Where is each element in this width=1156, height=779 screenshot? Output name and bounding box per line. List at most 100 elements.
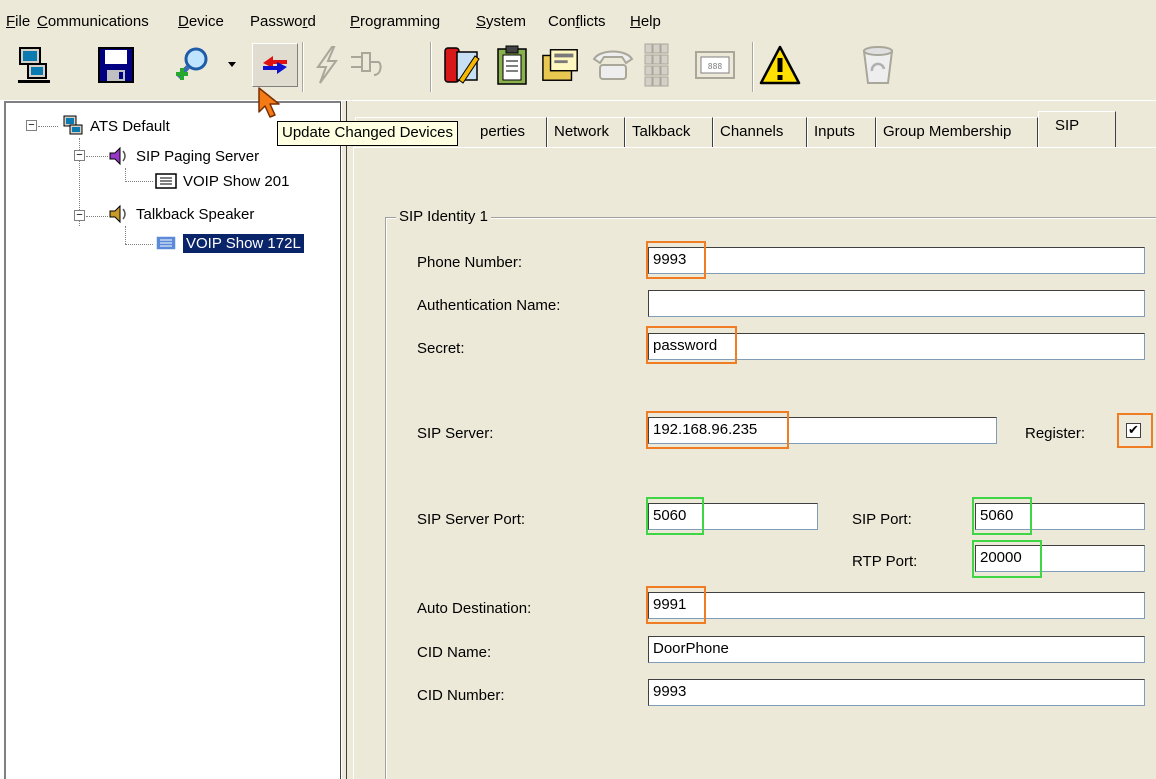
tab-label: perties xyxy=(480,123,526,140)
network-computer-icon xyxy=(18,47,50,83)
tree-item-talkback-speaker[interactable]: Talkback Speaker xyxy=(108,203,254,225)
tree-item-label: SIP Paging Server xyxy=(136,147,260,165)
tree-item-label: Talkback Speaker xyxy=(136,205,255,223)
tab-label: SIP xyxy=(1055,117,1080,134)
lightning-button[interactable] xyxy=(307,43,347,87)
device-panel-icon xyxy=(155,235,177,251)
recycle-bin-icon xyxy=(862,46,894,84)
network-computer-button[interactable] xyxy=(14,43,54,87)
menu-system[interactable]: System xyxy=(476,13,526,30)
menu-programming[interactable]: Programming xyxy=(350,13,440,30)
folder-cards-button[interactable] xyxy=(541,43,581,87)
tab-inputs[interactable]: Inputs xyxy=(807,117,876,147)
speaker-icon xyxy=(109,146,126,166)
menu-file[interactable]: File xyxy=(6,13,30,30)
auto-destination-label: Auto Destination: xyxy=(417,600,532,617)
sip-server-port-label: SIP Server Port: xyxy=(417,511,526,528)
lightning-icon xyxy=(316,46,338,84)
update-devices-icon xyxy=(263,56,287,74)
tab-network[interactable]: Network xyxy=(547,117,625,147)
sip-server-port-field[interactable]: 5060 xyxy=(648,503,818,530)
network-computer-icon xyxy=(63,115,83,135)
auth-name-field[interactable] xyxy=(648,290,1145,317)
recycle-bin-button[interactable] xyxy=(858,43,898,87)
auto-destination-field[interactable]: 9991 xyxy=(648,592,1145,619)
speaker-icon xyxy=(109,204,126,224)
cid-number-label: CID Number: xyxy=(417,687,505,704)
tab-sip[interactable]: SIP xyxy=(1038,111,1116,147)
tree-item-label-selected: VOIP Show 172L xyxy=(182,232,305,254)
menu-help[interactable]: Help xyxy=(630,13,661,30)
keypad-icon xyxy=(644,43,669,87)
menu-password[interactable]: Password xyxy=(250,13,316,30)
search-add-icon xyxy=(176,47,208,80)
tab-label: Group Membership xyxy=(883,123,1012,140)
tab-label: Talkback xyxy=(632,123,691,140)
phone-number-field[interactable]: 9993 xyxy=(648,247,1145,274)
display-panel-icon: 888 xyxy=(695,51,735,79)
telephone-icon xyxy=(592,50,634,80)
register-checkbox[interactable]: ✔ xyxy=(1126,423,1141,438)
toolbar-separator xyxy=(752,42,754,92)
warning-icon xyxy=(759,45,801,85)
tree-item-voip-show-201[interactable]: VOIP Show 201 xyxy=(155,170,289,192)
sip-server-label: SIP Server: xyxy=(417,425,494,442)
tab-label: Network xyxy=(554,123,610,140)
update-devices-button[interactable] xyxy=(252,43,298,87)
tab-talkback[interactable]: Talkback xyxy=(625,117,713,147)
auth-name-label: Authentication Name: xyxy=(417,297,561,314)
toolbar-separator xyxy=(430,42,432,92)
tab-channels[interactable]: Channels xyxy=(713,117,807,147)
sip-server-field[interactable]: 192.168.96.235 xyxy=(648,417,997,444)
cid-number-field[interactable]: 9993 xyxy=(648,679,1145,706)
dropdown-arrow-icon xyxy=(228,62,236,67)
tree-line xyxy=(86,216,108,217)
tree-item-voip-show-172l[interactable]: VOIP Show 172L xyxy=(155,232,305,254)
tree-collapse-toggle[interactable]: − xyxy=(74,210,85,221)
sip-port-label: SIP Port: xyxy=(852,511,912,528)
tree-line xyxy=(125,168,126,180)
tree-item-label: VOIP Show 201 xyxy=(183,172,290,190)
search-add-button[interactable] xyxy=(172,43,212,87)
tooltip-update-changed-devices: Update Changed Devices xyxy=(277,121,458,146)
rtp-port-label: RTP Port: xyxy=(852,553,918,570)
cid-name-field[interactable]: DoorPhone xyxy=(648,636,1145,663)
warning-button[interactable] xyxy=(757,43,803,87)
tab-label: Channels xyxy=(720,123,784,140)
save-disk-icon xyxy=(98,47,134,83)
tree-collapse-toggle[interactable]: − xyxy=(26,120,37,131)
mouse-cursor-icon xyxy=(258,87,280,118)
sip-port-field[interactable]: 5060 xyxy=(975,503,1145,530)
menu-bar: File Communications Device Password Prog… xyxy=(0,0,1156,38)
plug-button[interactable] xyxy=(348,43,388,87)
tab-strip: perties Network Talkback Channels Inputs… xyxy=(347,109,1156,147)
menu-conflicts[interactable]: Conflicts xyxy=(548,13,606,30)
svg-text:888: 888 xyxy=(708,62,723,71)
secret-field[interactable]: password xyxy=(648,333,1145,360)
tree-root-ats-default[interactable]: ATS Default xyxy=(62,115,170,137)
folder-cards-icon xyxy=(542,49,578,81)
telephone-button[interactable] xyxy=(589,43,637,87)
tree-collapse-toggle[interactable]: − xyxy=(74,150,85,161)
display-panel-button[interactable]: 888 xyxy=(690,43,740,87)
cid-name-label: CID Name: xyxy=(417,644,492,661)
tab-group-membership[interactable]: Group Membership xyxy=(876,117,1038,147)
tree-line xyxy=(125,244,153,245)
toolbar-separator xyxy=(302,42,304,92)
phone-edit-icon xyxy=(444,47,480,84)
clipboard-button[interactable] xyxy=(492,43,532,87)
secret-label: Secret: xyxy=(417,340,465,357)
menu-communications[interactable]: Communications xyxy=(37,13,149,30)
keypad-button[interactable] xyxy=(642,43,672,87)
phone-edit-button[interactable] xyxy=(441,43,481,87)
tree-item-sip-paging-server[interactable]: SIP Paging Server xyxy=(108,145,259,167)
tab-label: Inputs xyxy=(814,123,855,140)
tree-line xyxy=(125,181,153,182)
toolbar: 888 xyxy=(0,38,1156,100)
rtp-port-field[interactable]: 20000 xyxy=(975,545,1145,572)
register-label: Register: xyxy=(1025,425,1086,442)
save-button[interactable] xyxy=(96,43,136,87)
tree-root-label: ATS Default xyxy=(90,117,170,135)
dropdown-button[interactable] xyxy=(222,43,242,87)
menu-device[interactable]: Device xyxy=(178,13,224,30)
